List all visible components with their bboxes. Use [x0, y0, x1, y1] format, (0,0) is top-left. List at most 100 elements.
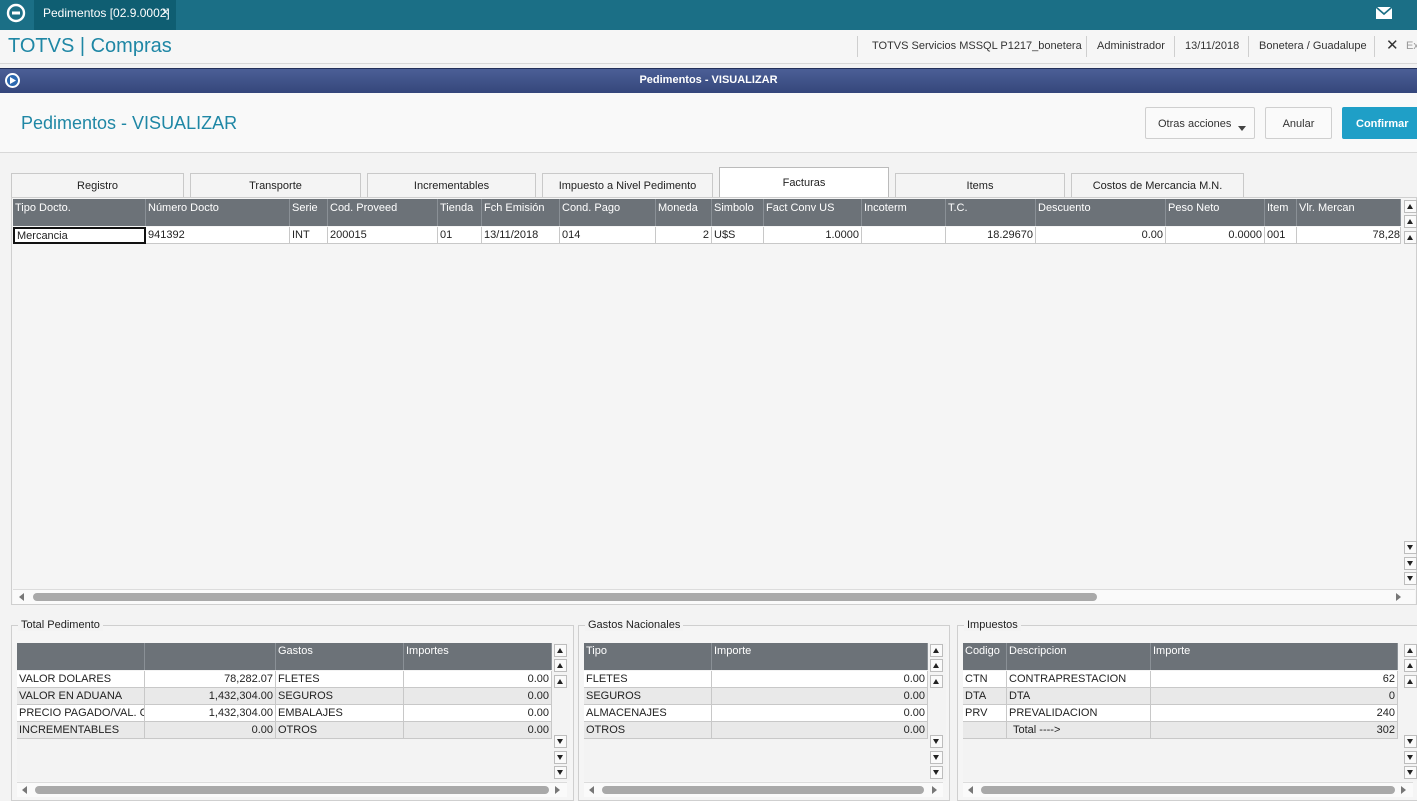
column-header[interactable]: Tipo: [584, 643, 712, 670]
scroll-up-icon[interactable]: [554, 675, 567, 688]
branch-info[interactable]: Bonetera / Guadalupe: [1259, 40, 1367, 52]
column-header[interactable]: T.C.: [946, 199, 1036, 226]
table-cell[interactable]: INT: [290, 227, 328, 244]
table-cell[interactable]: OTROS: [276, 722, 404, 739]
scroll-left-icon[interactable]: [22, 786, 27, 794]
exit-label[interactable]: Ex: [1406, 40, 1417, 52]
table-cell[interactable]: EMBALAJES: [276, 705, 404, 722]
column-header[interactable]: Importe: [712, 643, 928, 670]
scroll-up-icon[interactable]: [1404, 675, 1417, 688]
scroll-down-icon[interactable]: [930, 735, 943, 748]
other-actions-button[interactable]: Otras acciones: [1145, 107, 1255, 139]
table-cell[interactable]: OTROS: [584, 722, 712, 739]
table-cell[interactable]: 0.00: [712, 688, 928, 705]
table-cell[interactable]: PRV: [963, 705, 1007, 722]
column-header[interactable]: Descuento: [1036, 199, 1166, 226]
scroll-right-icon[interactable]: [932, 786, 937, 794]
tab-impuesto-nivel-pedimento[interactable]: Impuesto a Nivel Pedimento: [542, 173, 713, 197]
table-cell[interactable]: 0.00: [712, 722, 928, 739]
column-header[interactable]: Cod. Proveed: [328, 199, 438, 226]
scroll-bottom-icon[interactable]: [1404, 766, 1417, 779]
table-cell[interactable]: PRECIO PAGADO/VAL. C(: [17, 705, 145, 722]
gastos-nacionales-grid[interactable]: Tipo Importe FLETES 0.00 SEGUROS 0.00 AL…: [584, 643, 946, 781]
cancel-button[interactable]: Anular: [1265, 107, 1332, 139]
column-header[interactable]: Cond. Pago: [560, 199, 656, 226]
table-cell[interactable]: 1.0000: [764, 227, 862, 244]
column-header[interactable]: Descripcion: [1007, 643, 1151, 670]
table-cell[interactable]: 01: [438, 227, 482, 244]
scroll-right-icon[interactable]: [555, 786, 560, 794]
column-header[interactable]: Importes: [404, 643, 552, 670]
tab-costos-mercancia[interactable]: Costos de Mercancia M.N.: [1071, 173, 1244, 197]
scroll-page-down-icon[interactable]: [1404, 557, 1417, 570]
table-cell[interactable]: VALOR EN ADUANA: [17, 688, 145, 705]
table-cell[interactable]: VALOR DOLARES: [17, 671, 145, 688]
scrollbar-thumb[interactable]: [602, 786, 924, 794]
scroll-left-icon[interactable]: [968, 786, 973, 794]
scrollbar-thumb[interactable]: [35, 786, 549, 794]
scroll-top-icon[interactable]: [1404, 644, 1417, 657]
scroll-page-down-icon[interactable]: [554, 751, 567, 764]
scroll-down-icon[interactable]: [554, 735, 567, 748]
table-cell[interactable]: 0.00: [145, 722, 276, 739]
table-cell[interactable]: 001: [1265, 227, 1297, 244]
horizontal-scrollbar[interactable]: [963, 782, 1413, 797]
column-header[interactable]: Tipo Docto.: [13, 199, 146, 226]
facturas-grid[interactable]: Tipo Docto. Número Docto Serie Cod. Prov…: [11, 197, 1417, 605]
column-header[interactable]: Codigo: [963, 643, 1007, 670]
tab-registro[interactable]: Registro: [11, 173, 184, 197]
table-cell[interactable]: 941392: [146, 227, 290, 244]
column-header[interactable]: Moneda: [656, 199, 712, 226]
table-cell[interactable]: DTA: [963, 688, 1007, 705]
tab-items[interactable]: Items: [895, 173, 1065, 197]
horizontal-scrollbar[interactable]: [13, 589, 1415, 604]
table-cell[interactable]: PREVALIDACION: [1007, 705, 1151, 722]
table-cell[interactable]: FLETES: [276, 671, 404, 688]
scroll-page-up-icon[interactable]: [930, 659, 943, 672]
scroll-page-up-icon[interactable]: [1404, 659, 1417, 672]
table-cell[interactable]: DTA: [1007, 688, 1151, 705]
scrollbar-thumb[interactable]: [33, 593, 1097, 601]
confirm-button[interactable]: Confirmar: [1342, 107, 1417, 139]
column-header[interactable]: Item: [1265, 199, 1297, 226]
table-cell[interactable]: CTN: [963, 671, 1007, 688]
column-header[interactable]: Serie: [290, 199, 328, 226]
table-cell[interactable]: 0.00: [404, 722, 552, 739]
table-cell[interactable]: 302: [1151, 722, 1398, 739]
scroll-left-icon[interactable]: [19, 593, 24, 601]
totvs-logo-icon[interactable]: [6, 3, 26, 23]
table-cell[interactable]: 0.00: [712, 705, 928, 722]
table-cell[interactable]: 62: [1151, 671, 1398, 688]
scroll-top-icon[interactable]: [1404, 200, 1417, 213]
table-cell[interactable]: 1,432,304.00: [145, 688, 276, 705]
tab-incrementables[interactable]: Incrementables: [367, 173, 536, 197]
column-header[interactable]: Importe: [1151, 643, 1398, 670]
scroll-up-icon[interactable]: [930, 675, 943, 688]
table-cell[interactable]: CONTRAPRESTACION: [1007, 671, 1151, 688]
scroll-bottom-icon[interactable]: [1404, 572, 1417, 585]
column-header[interactable]: [17, 643, 145, 670]
table-cell[interactable]: INCREMENTABLES: [17, 722, 145, 739]
scroll-top-icon[interactable]: [554, 644, 567, 657]
scroll-right-icon[interactable]: [1396, 593, 1401, 601]
scroll-down-icon[interactable]: [1404, 541, 1417, 554]
column-header[interactable]: Peso Neto: [1166, 199, 1265, 226]
horizontal-scrollbar[interactable]: [584, 782, 943, 797]
mail-icon[interactable]: [1376, 7, 1392, 19]
scroll-up-icon[interactable]: [1404, 231, 1417, 244]
exit-close-icon[interactable]: ✕: [1386, 36, 1399, 54]
table-cell[interactable]: 2: [656, 227, 712, 244]
scroll-right-icon[interactable]: [1401, 786, 1406, 794]
horizontal-scrollbar[interactable]: [17, 782, 567, 797]
scroll-page-up-icon[interactable]: [554, 659, 567, 672]
table-cell[interactable]: 78,28: [1297, 227, 1401, 244]
table-cell[interactable]: SEGUROS: [584, 688, 712, 705]
scroll-page-down-icon[interactable]: [1404, 751, 1417, 764]
table-cell[interactable]: 0.00: [1036, 227, 1166, 244]
table-cell[interactable]: ALMACENAJES: [584, 705, 712, 722]
table-cell[interactable]: 13/11/2018: [482, 227, 560, 244]
column-header[interactable]: Tienda: [438, 199, 482, 226]
table-cell[interactable]: 78,282.07: [145, 671, 276, 688]
scroll-top-icon[interactable]: [930, 644, 943, 657]
table-cell[interactable]: U$S: [712, 227, 764, 244]
